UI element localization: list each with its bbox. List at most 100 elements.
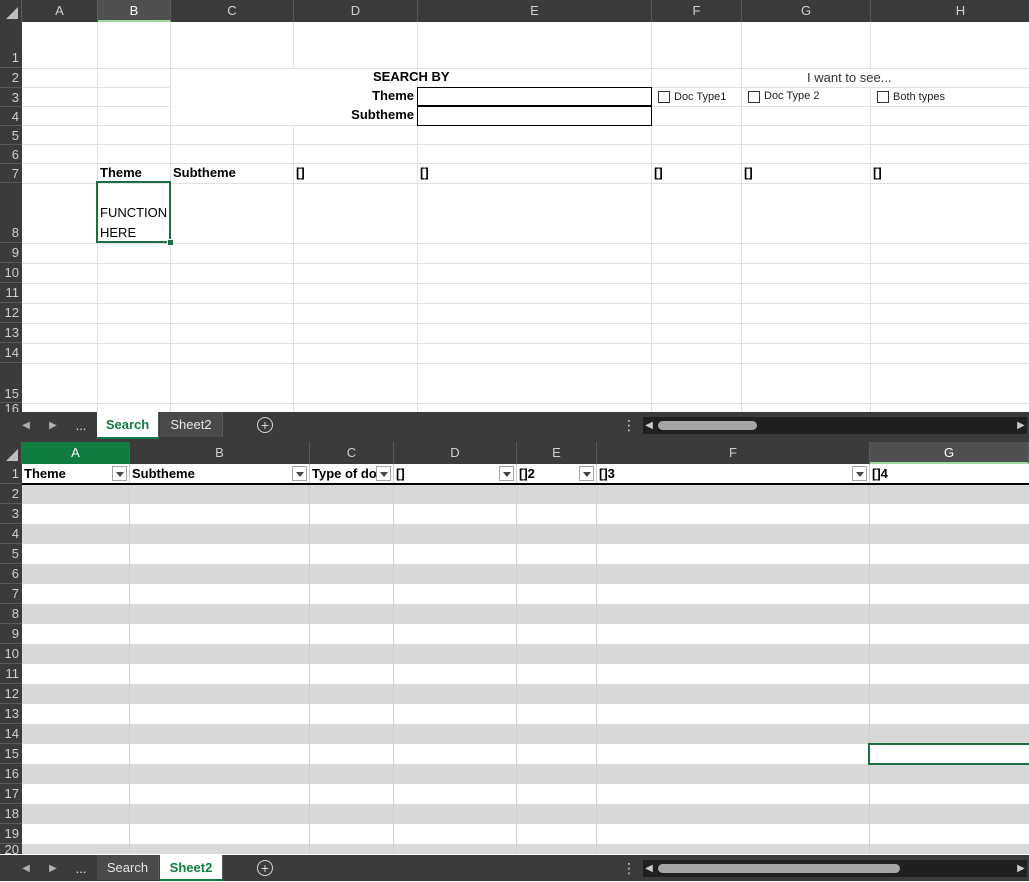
scroll-tabs-right-icon[interactable]: ▶	[42, 412, 64, 439]
tab-sheet2[interactable]: Sheet2	[160, 855, 223, 881]
scroll-tabs-left-icon[interactable]: ◀	[15, 855, 37, 882]
row-header[interactable]: 10	[0, 644, 22, 664]
column-header-b[interactable]: B	[98, 0, 171, 22]
column-header-e[interactable]: E	[418, 0, 652, 22]
row-header[interactable]: 2	[0, 484, 22, 504]
both-types-label: Both types	[893, 91, 945, 103]
horizontal-scrollbar[interactable]: ◀ ▶	[643, 860, 1027, 877]
top-sheet-tab-bar: ◀ ▶ ... Search Sheet2 + ⋮ ◀ ▶	[0, 412, 1029, 439]
filter-dropdown-icon[interactable]	[112, 466, 127, 481]
row-header[interactable]: 13	[0, 704, 22, 724]
row-header[interactable]: 10	[0, 263, 22, 283]
row-header[interactable]: 17	[0, 784, 22, 804]
scroll-left-icon[interactable]: ◀	[643, 860, 655, 877]
header-subtheme: Subtheme	[173, 165, 236, 180]
scroll-left-icon[interactable]: ◀	[643, 417, 655, 434]
scroll-tabs-left-icon[interactable]: ◀	[15, 412, 37, 439]
scrollbar-thumb[interactable]	[658, 864, 900, 873]
column-header-f[interactable]: F	[652, 0, 742, 22]
row-header[interactable]: 18	[0, 804, 22, 824]
column-header-g[interactable]: G	[870, 442, 1029, 464]
row-header[interactable]: 8	[0, 183, 22, 243]
row-header[interactable]: 15	[0, 363, 22, 403]
gridline	[516, 464, 517, 854]
filter-dropdown-icon[interactable]	[852, 466, 867, 481]
scroll-right-icon[interactable]: ▶	[1015, 860, 1027, 877]
filter-dropdown-icon[interactable]	[292, 466, 307, 481]
row-header[interactable]: 12	[0, 303, 22, 323]
row-header[interactable]: 20	[0, 843, 22, 854]
row-header[interactable]: 14	[0, 724, 22, 744]
tab-sheet2[interactable]: Sheet2	[160, 412, 223, 437]
column-header-b[interactable]: B	[130, 442, 310, 464]
column-header-f[interactable]: F	[597, 442, 870, 464]
header-col-h: []	[873, 165, 882, 180]
gridline	[22, 363, 1029, 364]
row-header[interactable]: 15	[0, 744, 22, 764]
search-sheet-pane: A B C D E F G H 1 2 3 4 5 6 7 8 9 10 11 …	[0, 0, 1029, 413]
row-header[interactable]: 9	[0, 624, 22, 644]
gridline	[869, 464, 870, 854]
row-header[interactable]: 7	[0, 164, 22, 183]
fill-handle[interactable]	[167, 239, 174, 246]
select-all-corner[interactable]	[0, 442, 22, 464]
row-header[interactable]: 11	[0, 664, 22, 684]
column-header-g[interactable]: G	[742, 0, 871, 22]
selected-cell-g15[interactable]	[868, 743, 1029, 765]
both-types-checkbox[interactable]	[877, 91, 889, 103]
more-tabs-button[interactable]: ...	[68, 412, 94, 439]
select-all-corner[interactable]	[0, 0, 22, 22]
row-header[interactable]: 4	[0, 107, 22, 126]
column-header-e[interactable]: E	[517, 442, 597, 464]
row-header[interactable]: 3	[0, 504, 22, 524]
row-header[interactable]: 1	[0, 22, 22, 68]
column-header-c[interactable]: C	[171, 0, 294, 22]
filter-dropdown-icon[interactable]	[376, 466, 391, 481]
column-header-d[interactable]: D	[394, 442, 517, 464]
sheet2-pane: A B C D E F G Theme Subtheme Type of do …	[0, 442, 1029, 854]
row-header[interactable]: 5	[0, 126, 22, 145]
scrollbar-thumb[interactable]	[658, 421, 757, 430]
add-sheet-icon[interactable]: +	[257, 417, 273, 433]
split-handle-icon[interactable]: ⋮	[622, 412, 636, 439]
row-header[interactable]: 12	[0, 684, 22, 704]
more-tabs-button[interactable]: ...	[68, 855, 94, 882]
row-header[interactable]: 1	[0, 464, 22, 484]
i-want-to-see-label: I want to see...	[807, 70, 892, 85]
table-header-d: []	[396, 466, 405, 481]
row-header[interactable]: 8	[0, 604, 22, 624]
doc-type2-checkbox[interactable]	[748, 91, 760, 103]
table-row-band	[22, 724, 1029, 744]
row-header[interactable]: 4	[0, 524, 22, 544]
scroll-tabs-right-icon[interactable]: ▶	[42, 855, 64, 882]
row-header[interactable]: 11	[0, 283, 22, 303]
row-header[interactable]: 9	[0, 243, 22, 263]
subtheme-search-input[interactable]	[417, 106, 652, 126]
filter-dropdown-icon[interactable]	[579, 466, 594, 481]
row-header[interactable]: 5	[0, 544, 22, 564]
column-header-c[interactable]: C	[310, 442, 394, 464]
row-header[interactable]: 2	[0, 68, 22, 88]
doc-type1-checkbox[interactable]	[658, 91, 670, 103]
row-header[interactable]: 3	[0, 88, 22, 107]
column-header-a[interactable]: A	[22, 442, 130, 464]
column-header-d[interactable]: D	[294, 0, 418, 22]
horizontal-scrollbar[interactable]: ◀ ▶	[643, 417, 1027, 434]
row-header[interactable]: 19	[0, 824, 22, 844]
tab-search[interactable]: Search	[97, 855, 159, 880]
add-sheet-icon[interactable]: +	[257, 860, 273, 876]
tab-search[interactable]: Search	[97, 412, 159, 439]
column-header-h[interactable]: H	[871, 0, 1029, 22]
column-header-a[interactable]: A	[22, 0, 98, 22]
row-header[interactable]: 6	[0, 564, 22, 584]
theme-search-input[interactable]	[417, 87, 652, 106]
split-handle-icon[interactable]: ⋮	[622, 855, 636, 882]
scroll-right-icon[interactable]: ▶	[1015, 417, 1027, 434]
row-header[interactable]: 13	[0, 323, 22, 343]
row-header[interactable]: 7	[0, 584, 22, 604]
filter-dropdown-icon[interactable]	[499, 466, 514, 481]
row-header[interactable]: 16	[0, 764, 22, 784]
gridline	[22, 144, 1029, 145]
row-header[interactable]: 6	[0, 145, 22, 164]
row-header[interactable]: 14	[0, 343, 22, 363]
